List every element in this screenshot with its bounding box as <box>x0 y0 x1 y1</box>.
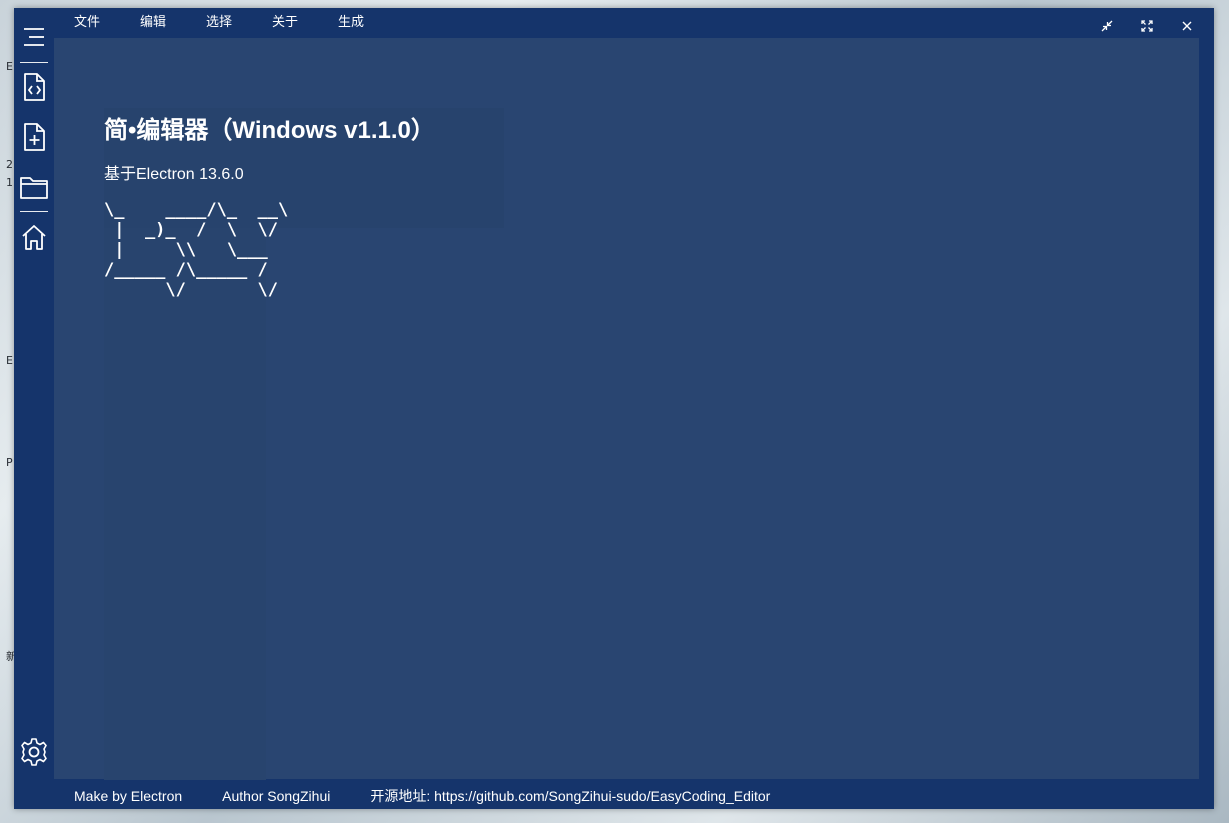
desktop-label: E <box>6 354 13 367</box>
sidebar <box>14 8 54 809</box>
status-bar: Make by Electron Author SongZihui 开源地址: … <box>54 786 770 806</box>
ascii-line: /_____ /\_____ / <box>104 260 268 280</box>
menu-file[interactable]: 文件 <box>54 8 120 38</box>
ascii-line: | \\ \___ <box>104 240 268 260</box>
code-file-icon[interactable] <box>19 72 49 102</box>
status-made-by: Make by Electron <box>74 788 183 804</box>
app-window: 文件 编辑 选择 关于 生成 简•编辑器（Windows v1.1.0） 基于E… <box>14 8 1214 809</box>
ascii-line: \_ ____/\_ __\ <box>104 200 289 220</box>
menu-select[interactable]: 选择 <box>186 8 252 38</box>
status-repo-link[interactable]: 开源地址: https://github.com/SongZihui-sudo/… <box>330 786 770 806</box>
close-icon[interactable] <box>1178 17 1196 35</box>
desktop-label: P <box>6 456 13 469</box>
sidebar-divider <box>20 211 48 212</box>
ascii-logo: \_ ____/\_ __\ | _)_ / \ \/ | \\ \___ /_… <box>104 200 288 300</box>
ascii-line: \/ \/ <box>104 280 278 300</box>
desktop-label: 1 <box>6 176 13 189</box>
editor-content[interactable]: 简•编辑器（Windows v1.1.0） 基于Electron 13.6.0 … <box>54 38 1199 780</box>
open-folder-icon[interactable] <box>19 172 49 202</box>
window-controls <box>1098 17 1196 35</box>
new-file-icon[interactable] <box>19 122 49 152</box>
status-author: Author SongZihui <box>222 788 331 804</box>
menu-icon[interactable] <box>19 22 49 52</box>
app-title: 简•编辑器（Windows v1.1.0） <box>104 117 435 144</box>
menu-edit[interactable]: 编辑 <box>120 8 186 38</box>
app-subtitle: 基于Electron 13.6.0 <box>104 166 244 183</box>
sidebar-divider <box>20 62 48 63</box>
settings-icon[interactable] <box>19 737 49 767</box>
menu-about[interactable]: 关于 <box>252 8 318 38</box>
menu-build[interactable]: 生成 <box>318 8 384 38</box>
minimize-icon[interactable] <box>1098 17 1116 35</box>
desktop-label: E <box>6 60 13 73</box>
desktop-label: 2 <box>6 158 13 171</box>
menu-bar: 文件 编辑 选择 关于 生成 <box>54 8 384 38</box>
home-icon[interactable] <box>19 222 49 252</box>
ascii-line: | _)_ / \ \/ <box>104 220 278 240</box>
maximize-icon[interactable] <box>1138 17 1156 35</box>
